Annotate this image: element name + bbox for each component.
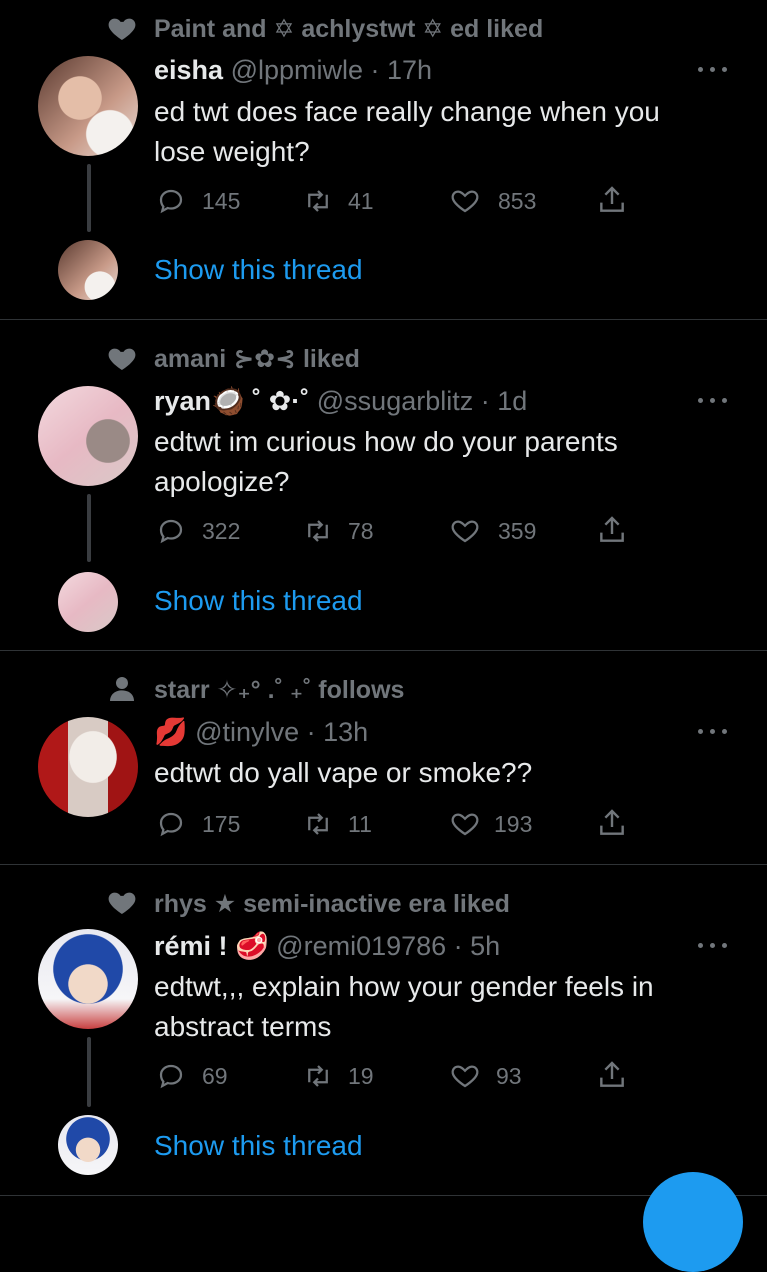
handle-and-time[interactable]: @remi019786 · 5h (276, 931, 500, 961)
heart-icon (108, 348, 136, 370)
thread-avatar[interactable] (58, 1115, 118, 1175)
reply-count: 145 (202, 188, 241, 214)
reply-icon (159, 1064, 183, 1089)
retweet-count: 78 (348, 518, 374, 544)
reply-count: 69 (202, 1063, 228, 1089)
thread-line (87, 164, 91, 232)
show-thread-link[interactable]: Show this thread (154, 585, 363, 617)
social-context: starr ✧₊° .˚ ₊˚ follows (154, 676, 405, 704)
handle-and-time[interactable]: @tinylve · 13h (195, 717, 368, 747)
heart-outline-icon (451, 1065, 479, 1088)
retweet-count: 41 (348, 188, 374, 214)
tweet-text: edtwt im curious how do your parents apo… (154, 426, 618, 497)
like-count: 359 (498, 518, 537, 544)
retweet-count: 19 (348, 1063, 374, 1089)
tweet-3[interactable]: starr ✧₊° .˚ ₊˚ follows 💋 @tinylve · 13h… (0, 651, 767, 864)
heart-outline-icon (451, 520, 479, 543)
heart-icon (108, 892, 136, 914)
thread-line (87, 1037, 91, 1107)
reply-icon (159, 519, 183, 544)
more-options-icon[interactable] (696, 726, 730, 736)
tweet-header: ryan🥥 ˚ ✿·˚ @ssugarblitz · 1d (154, 385, 527, 417)
retweet-icon (308, 813, 328, 835)
reply-button[interactable]: 175 (156, 809, 246, 839)
retweet-icon (308, 190, 328, 212)
share-button[interactable] (596, 514, 628, 544)
heart-outline-icon (451, 190, 479, 213)
social-context: Paint and ✡ achlystwt ✡ ed liked (154, 15, 544, 43)
avatar[interactable] (38, 717, 138, 817)
share-button[interactable] (596, 807, 628, 837)
avatar[interactable] (38, 929, 138, 1029)
share-icon (600, 809, 624, 835)
tweet-header: 💋 @tinylve · 13h (154, 716, 368, 748)
retweet-count: 11 (348, 811, 372, 837)
like-count: 193 (494, 811, 533, 837)
retweet-icon (308, 1065, 328, 1087)
handle-and-time[interactable]: @lppmiwle · 17h (231, 55, 433, 85)
heart-outline-icon (451, 813, 479, 836)
social-context: rhys ★ semi-inactive era liked (154, 890, 510, 918)
thread-avatar[interactable] (58, 572, 118, 632)
reply-button[interactable]: 322 (156, 516, 246, 546)
tweet-4[interactable]: rhys ★ semi-inactive era liked rémi ! 🥩 … (0, 865, 767, 1195)
show-thread-link[interactable]: Show this thread (154, 254, 363, 286)
reply-icon (159, 189, 183, 214)
reply-button[interactable]: 145 (156, 186, 246, 216)
like-button[interactable]: 853 (450, 186, 550, 216)
tweet-header: rémi ! 🥩 @remi019786 · 5h (154, 930, 500, 962)
tweet-text: ed twt does face really change when you … (154, 96, 660, 167)
tweet-header: eisha @lppmiwle · 17h (154, 55, 432, 86)
reply-button[interactable]: 69 (156, 1061, 246, 1091)
show-thread-link[interactable]: Show this thread (154, 1130, 363, 1162)
tweet-1[interactable]: Paint and ✡ achlystwt ✡ ed liked eisha @… (0, 0, 767, 320)
thread-avatar[interactable] (58, 240, 118, 300)
reply-icon (159, 812, 183, 837)
avatar[interactable] (38, 386, 138, 486)
more-options-icon[interactable] (696, 395, 730, 405)
social-context: amani ⊱✿⊰ liked (154, 345, 360, 373)
share-icon (600, 1061, 624, 1087)
share-button[interactable] (596, 1059, 628, 1089)
display-name[interactable]: ryan🥥 ˚ ✿·˚ (154, 386, 309, 416)
more-options-icon[interactable] (696, 64, 730, 74)
avatar[interactable] (38, 56, 138, 156)
like-count: 853 (498, 188, 537, 214)
tweet-2[interactable]: amani ⊱✿⊰ liked ryan🥥 ˚ ✿·˚ @ssugarblitz… (0, 320, 767, 650)
tweet-text: edtwt,,, explain how your gender feels i… (154, 971, 654, 1042)
share-icon (600, 516, 624, 542)
like-button[interactable]: 359 (450, 516, 550, 546)
reply-count: 175 (202, 811, 241, 837)
person-icon (110, 677, 134, 701)
display-name[interactable]: rémi ! 🥩 (154, 931, 269, 961)
display-name[interactable]: eisha (154, 55, 223, 85)
tweet-text: edtwt do yall vape or smoke?? (154, 757, 533, 788)
more-options-icon[interactable] (696, 940, 730, 950)
share-button[interactable] (596, 184, 628, 214)
retweet-button[interactable]: 78 (302, 516, 382, 546)
retweet-button[interactable]: 19 (302, 1061, 382, 1091)
display-name[interactable]: 💋 (154, 717, 188, 747)
handle-and-time[interactable]: @ssugarblitz · 1d (317, 386, 528, 416)
like-button[interactable]: 193 (450, 809, 550, 839)
thread-line (87, 494, 91, 562)
retweet-button[interactable]: 11 (302, 809, 382, 839)
reply-count: 322 (202, 518, 241, 544)
heart-icon (108, 18, 136, 40)
retweet-icon (308, 520, 328, 542)
retweet-button[interactable]: 41 (302, 186, 382, 216)
like-button[interactable]: 93 (450, 1061, 550, 1091)
compose-tweet-button[interactable] (643, 1172, 743, 1272)
like-count: 93 (496, 1063, 522, 1089)
share-icon (600, 186, 624, 212)
